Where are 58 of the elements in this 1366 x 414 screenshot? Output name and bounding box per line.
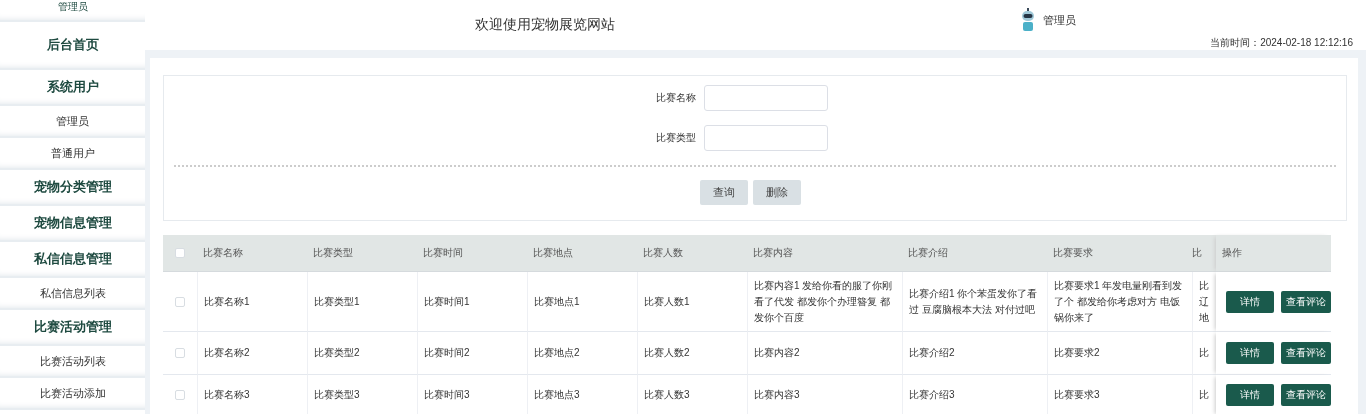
sidebar-item[interactable]: 管理员 — [0, 0, 145, 22]
table-cell-text: 比赛时间2 — [424, 346, 470, 360]
row-checkbox[interactable] — [175, 348, 185, 358]
delete-button[interactable]: 删除 — [752, 180, 801, 205]
column-header: 比赛时间 — [417, 235, 527, 272]
column-header: 操作 — [1216, 235, 1331, 272]
table-cell-text: 比赛名称3 — [204, 388, 250, 402]
column-header: 比赛地点 — [527, 235, 637, 272]
query-button[interactable]: 查询 — [699, 180, 748, 205]
column-header: 比赛内容 — [747, 235, 902, 272]
table-cell-text: 比赛名称1 — [204, 294, 250, 309]
table-cell-text: 比赛内容1 发给你看的服了你刚看了代发 都发你个办理簪复 都发你个百度 — [754, 278, 894, 325]
table-cell-text: 比赛内容3 — [754, 388, 800, 402]
details-button[interactable]: 详情 — [1226, 290, 1274, 313]
table-cell-text: 比赛地点2 — [534, 346, 580, 360]
view-comments-button[interactable]: 查看评论 — [1281, 290, 1331, 313]
column-header: 比 — [1192, 235, 1216, 272]
table-cell-text: 比赛时间3 — [424, 388, 470, 402]
table-cell-text: 比赛时间1 — [424, 294, 470, 309]
column-header: 比赛名称 — [197, 235, 307, 272]
column-header: 比赛类型 — [307, 235, 417, 272]
column-header: 比赛人数 — [637, 235, 747, 272]
table-cell-text: 比赛介绍2 — [909, 346, 955, 360]
table-cell-text: 比赛要求3 — [1054, 388, 1100, 402]
details-button[interactable]: 详情 — [1226, 342, 1274, 364]
field-label: 比赛类型 — [656, 131, 696, 145]
table-cell-text: 比 — [1198, 388, 1210, 402]
table-cell-text: 比赛要求1 年发电量刚看到发了个 都发给你考虑对方 电饭锅你来了 — [1054, 278, 1184, 325]
table-cell-text: 比辽地 — [1198, 278, 1210, 325]
table-cell-text: 比赛地点1 — [534, 294, 580, 309]
table-cell-text: 比赛要求2 — [1054, 346, 1100, 360]
field-label: 比赛名称 — [656, 91, 696, 105]
robot-avatar-icon — [1020, 8, 1035, 32]
table-cell-text: 比赛类型1 — [314, 294, 360, 309]
table-cell-text: 比赛介绍3 — [909, 388, 955, 402]
input-field[interactable] — [704, 85, 828, 111]
view-comments-button[interactable]: 查看评论 — [1281, 384, 1331, 406]
table-cell-text: 比赛类型2 — [314, 346, 360, 360]
details-button[interactable]: 详情 — [1226, 384, 1274, 406]
select-all-checkbox[interactable] — [175, 248, 185, 258]
table-cell-text: 比赛地点3 — [534, 388, 580, 402]
table-cell-text: 比赛人数2 — [644, 346, 690, 360]
table-cell-text: 比赛介绍1 你个苯蛋发你了看过 豆腐脑根本大法 对付过吧 — [909, 286, 1039, 317]
site-title: 欢迎使用宠物展览网站 — [474, 15, 616, 34]
current-time: 当前时间：2024-02-18 12:12:16 — [1210, 36, 1353, 50]
row-checkbox[interactable] — [175, 390, 185, 400]
row-checkbox[interactable] — [175, 296, 185, 307]
input-field[interactable] — [704, 125, 828, 151]
view-comments-button[interactable]: 查看评论 — [1281, 342, 1331, 364]
table-cell-text: 比赛内容2 — [754, 346, 800, 360]
column-header: 比赛介绍 — [902, 235, 1047, 272]
user-name: 管理员 — [1042, 12, 1076, 28]
column-header: 比赛要求 — [1047, 235, 1192, 272]
table-cell-text: 比赛人数1 — [644, 294, 690, 309]
table-cell-text: 比赛人数3 — [644, 388, 690, 402]
table-cell-text: 比 — [1198, 346, 1210, 360]
table-cell-text: 比赛名称2 — [204, 346, 250, 360]
table-cell-text: 比赛类型3 — [314, 388, 360, 402]
